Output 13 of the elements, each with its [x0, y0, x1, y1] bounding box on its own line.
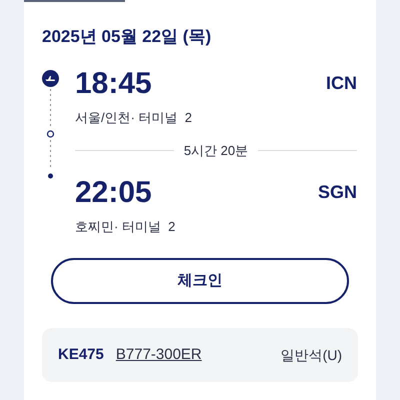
departure-time: 18:45: [75, 66, 152, 102]
arrival-terminal: 호찌민· 터미널 2: [75, 218, 176, 236]
cabin-class: 일반석(U): [280, 346, 342, 365]
departure-airport-code: ICN: [326, 72, 357, 95]
departure-terminal: 서울/인천· 터미널 2: [75, 108, 194, 126]
aircraft-link[interactable]: B777-300ER: [116, 344, 202, 366]
airplane-takeoff-icon: [42, 70, 59, 86]
checkin-button[interactable]: 체크인: [51, 258, 349, 304]
arrival-airport-code: SGN: [318, 181, 357, 204]
flight-duration: 5시간 20분: [184, 142, 248, 160]
date-heading: 2025년 05월 22일 (목): [42, 26, 212, 48]
arrival-time: 22:05: [75, 174, 152, 210]
flight-number: KE475: [58, 344, 104, 365]
